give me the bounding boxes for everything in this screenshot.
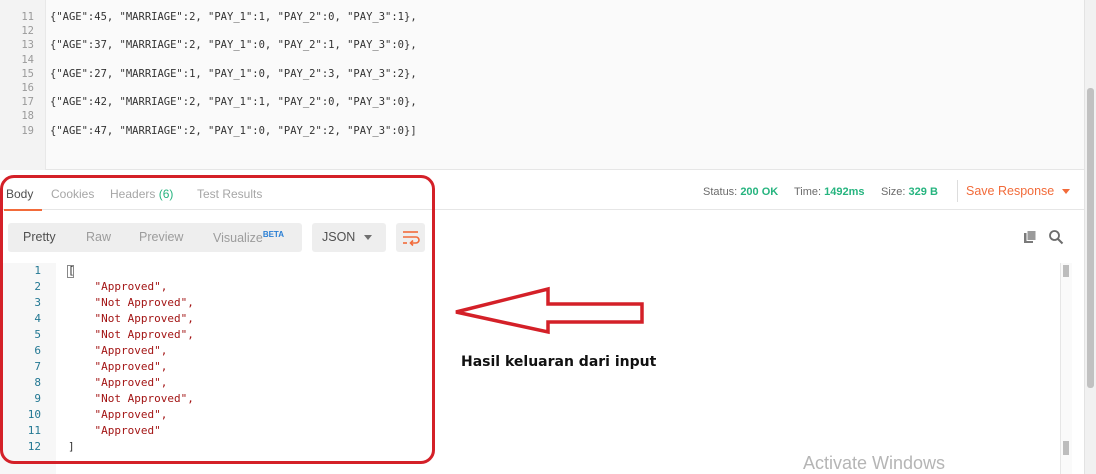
line-number: 15 bbox=[21, 67, 34, 80]
annotation-arrow bbox=[455, 286, 644, 335]
code-text: {"AGE":37, "MARRIAGE":2, "PAY_1":0, "PAY… bbox=[50, 39, 417, 52]
copy-icon[interactable] bbox=[1022, 229, 1038, 245]
status-label: Status: bbox=[703, 186, 738, 198]
activate-windows-watermark: Activate Windows bbox=[803, 453, 946, 473]
page-scrollbar[interactable] bbox=[1084, 0, 1096, 474]
code-text: {"AGE":27, "MARRIAGE":1, "PAY_1":0, "PAY… bbox=[50, 67, 417, 80]
line-number: 17 bbox=[21, 96, 34, 109]
highlight-box bbox=[0, 175, 435, 464]
line-number: 16 bbox=[21, 82, 34, 94]
line-number: 14 bbox=[21, 53, 34, 66]
save-response-label: Save Response bbox=[966, 184, 1055, 198]
request-body-editor[interactable]: 11 {"AGE":45, "MARRIAGE":2, "PAY_1":1, "P… bbox=[0, 0, 1084, 170]
chevron-down-icon[interactable] bbox=[1062, 189, 1071, 195]
size-label: Size: bbox=[881, 186, 906, 198]
code-text: {"AGE":47, "MARRIAGE":2, "PAY_1":0, "PAY… bbox=[50, 124, 417, 137]
code-text: {"AGE":42, "MARRIAGE":2, "PAY_1":1, "PAY… bbox=[50, 96, 417, 109]
line-number: 12 bbox=[21, 25, 34, 38]
response-scrollbar-thumb[interactable] bbox=[1063, 265, 1069, 277]
line-number: 11 bbox=[21, 11, 34, 23]
time-value: 1492ms bbox=[824, 186, 865, 198]
response-scrollbar[interactable] bbox=[1060, 263, 1072, 474]
search-icon[interactable] bbox=[1048, 229, 1064, 245]
line-number: 19 bbox=[21, 124, 34, 137]
status-value: 200 OK bbox=[740, 186, 779, 198]
size-value: 329 B bbox=[908, 186, 938, 198]
size-info: Size: 329 B bbox=[881, 186, 938, 198]
save-response-button[interactable]: Save Response bbox=[957, 180, 1071, 202]
code-text: {"AGE":45, "MARRIAGE":2, "PAY_1":1, "PAY… bbox=[50, 11, 417, 23]
annotation-text: Hasil keluaran dari input bbox=[461, 354, 657, 370]
response-scrollbar-thumb-bottom[interactable] bbox=[1063, 441, 1069, 455]
line-number: 13 bbox=[21, 39, 34, 52]
page-scrollbar-thumb[interactable] bbox=[1087, 88, 1094, 388]
time-label: Time: bbox=[794, 186, 822, 198]
status-info: Status: 200 OK bbox=[703, 186, 778, 198]
line-number: 18 bbox=[21, 110, 34, 123]
time-info: Time: 1492ms bbox=[794, 186, 865, 198]
